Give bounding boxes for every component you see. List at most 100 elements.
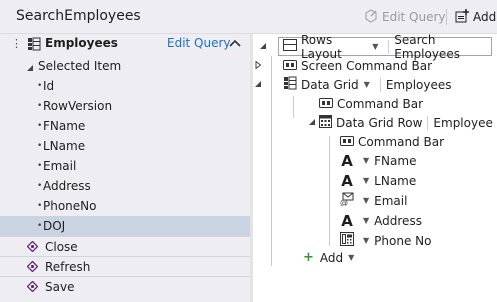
row-field-label: Phone No — [374, 233, 432, 248]
field-item-rowversion[interactable]: • RowVersion — [0, 96, 250, 116]
selected-item-label: Selected Item — [38, 59, 122, 73]
plus-icon: + — [303, 250, 314, 265]
panel-header: ⋮ Employees Edit Query — [0, 34, 250, 54]
expanded-caret-icon[interactable] — [253, 80, 263, 90]
dropdown-arrow-icon[interactable]: ▼ — [364, 80, 370, 89]
bullet-icon: • — [37, 101, 43, 111]
data-grid-row-source-label: Employee — [433, 115, 493, 130]
dropdown-arrow-icon[interactable]: ▼ — [372, 42, 378, 51]
method-label: Refresh — [45, 259, 91, 274]
collection-title: Employees — [45, 36, 118, 50]
text-A-icon: A — [341, 171, 353, 190]
expanded-caret-icon[interactable] — [26, 61, 34, 75]
row-field-label: Email — [374, 193, 408, 208]
field-label: FName — [43, 119, 86, 133]
selected-item-node[interactable]: Selected Item — [0, 56, 250, 76]
rows-layout-icon — [283, 39, 297, 54]
title-bar: SearchEmployees Edit Query Add — [0, 0, 497, 34]
bullet-icon: • — [37, 81, 43, 91]
expanded-caret-icon[interactable] — [258, 42, 268, 52]
field-label: RowVersion — [43, 99, 113, 113]
drag-grip-icon[interactable]: ⋮ — [11, 37, 22, 50]
text-A-icon: A — [341, 151, 353, 170]
data-grid-row-type-label: Data Grid Row — [336, 115, 423, 130]
bullet-icon: • — [37, 181, 43, 191]
data-grid-source-label: Employees — [385, 77, 452, 92]
tree-line — [293, 96, 294, 118]
separator — [379, 77, 381, 92]
command-bar-icon — [340, 135, 354, 149]
method-item-close[interactable]: Close — [0, 236, 250, 256]
data-grid-type-label: Data Grid — [301, 77, 359, 92]
method-icon — [26, 260, 39, 275]
data-grid-row-node[interactable]: Data Grid Row Employee — [309, 113, 493, 132]
command-bar-icon — [319, 97, 333, 111]
row-field-label: LName — [374, 173, 417, 188]
row-command-bar-node[interactable]: Command Bar — [340, 132, 444, 151]
add-toolbar-label: Add — [473, 10, 497, 24]
method-item-refresh[interactable]: Refresh — [0, 256, 250, 276]
method-icon — [26, 240, 39, 255]
bullet-icon: • — [37, 201, 43, 211]
view-model-panel: ⋮ Employees Edit Query Selected Item • Id… — [0, 34, 250, 302]
tree-add-node[interactable]: + Add ▼ — [303, 248, 359, 267]
dropdown-arrow-icon[interactable]: ▼ — [363, 176, 369, 185]
data-grid-icon — [283, 76, 297, 93]
field-item-lname[interactable]: • LName — [0, 136, 250, 156]
grid-command-bar-label: Command Bar — [337, 96, 424, 111]
dropdown-arrow-icon[interactable]: ▼ — [363, 196, 369, 205]
data-grid-node[interactable]: Data Grid ▼ Employees — [255, 75, 452, 94]
expanded-caret-icon[interactable] — [307, 118, 317, 128]
field-label: Id — [43, 79, 55, 93]
field-label: PhoneNo — [43, 199, 97, 213]
dropdown-arrow-icon[interactable]: ▼ — [363, 156, 369, 165]
email-icon: @ — [340, 192, 354, 209]
field-item-id[interactable]: • Id — [0, 76, 250, 96]
row-field-lname[interactable]: A ▼ LName — [340, 171, 416, 190]
tree-line — [271, 56, 272, 266]
field-item-email[interactable]: • Email — [0, 156, 250, 176]
dropdown-arrow-icon[interactable]: ▼ — [363, 236, 369, 245]
toolbar-separator — [446, 9, 447, 25]
row-command-bar-label: Command Bar — [358, 134, 445, 149]
bullet-icon: • — [37, 121, 43, 131]
edit-query-link[interactable]: Edit Query — [167, 36, 231, 50]
grid-command-bar-node[interactable]: Command Bar — [319, 94, 423, 113]
root-node[interactable] — [258, 37, 268, 56]
row-field-fname[interactable]: A ▼ FName — [340, 151, 416, 170]
screen-command-bar-label: Screen Command Bar — [301, 58, 433, 73]
method-item-save[interactable]: Save — [0, 276, 250, 296]
screen-command-bar-node[interactable]: Screen Command Bar — [255, 56, 433, 75]
add-toolbar-button[interactable]: Add — [455, 7, 496, 27]
tree-line — [329, 136, 330, 246]
separator — [427, 115, 429, 130]
edit-query-icon — [364, 8, 378, 26]
dropdown-arrow-icon[interactable]: ▼ — [348, 253, 354, 262]
separator — [388, 39, 390, 54]
row-field-label: Address — [374, 213, 422, 228]
method-label: Save — [45, 279, 75, 294]
edit-query-toolbar-button[interactable]: Edit Query — [364, 7, 446, 27]
screen-title: SearchEmployees — [16, 8, 141, 24]
dropdown-arrow-icon[interactable]: ▼ — [363, 216, 369, 225]
rows-layout-selector[interactable]: Rows Layout ▼ Search Employees — [278, 33, 492, 61]
row-field-label: FName — [374, 153, 417, 168]
collapse-chevron-icon[interactable] — [229, 37, 241, 51]
edit-query-toolbar-label: Edit Query — [382, 10, 446, 24]
command-bar-icon — [283, 59, 297, 73]
collapsed-caret-icon[interactable] — [253, 59, 263, 71]
field-item-fname[interactable]: • FName — [0, 116, 250, 136]
field-item-address[interactable]: • Address — [0, 176, 250, 196]
content-tree: Rows Layout ▼ Search Employees Screen Co… — [253, 33, 497, 302]
collection-icon — [27, 37, 41, 54]
field-label: DOJ — [43, 219, 66, 233]
field-item-phoneno[interactable]: • PhoneNo — [0, 196, 250, 216]
phone-icon — [340, 232, 354, 249]
field-item-doj[interactable]: • DOJ — [0, 216, 250, 236]
row-field-email[interactable]: @ ▼ Email — [340, 191, 407, 210]
row-field-address[interactable]: A ▼ Address — [340, 211, 422, 230]
svg-text:@: @ — [340, 198, 348, 206]
field-label: Address — [43, 179, 91, 193]
field-label: LName — [43, 139, 86, 153]
method-icon — [26, 280, 39, 295]
